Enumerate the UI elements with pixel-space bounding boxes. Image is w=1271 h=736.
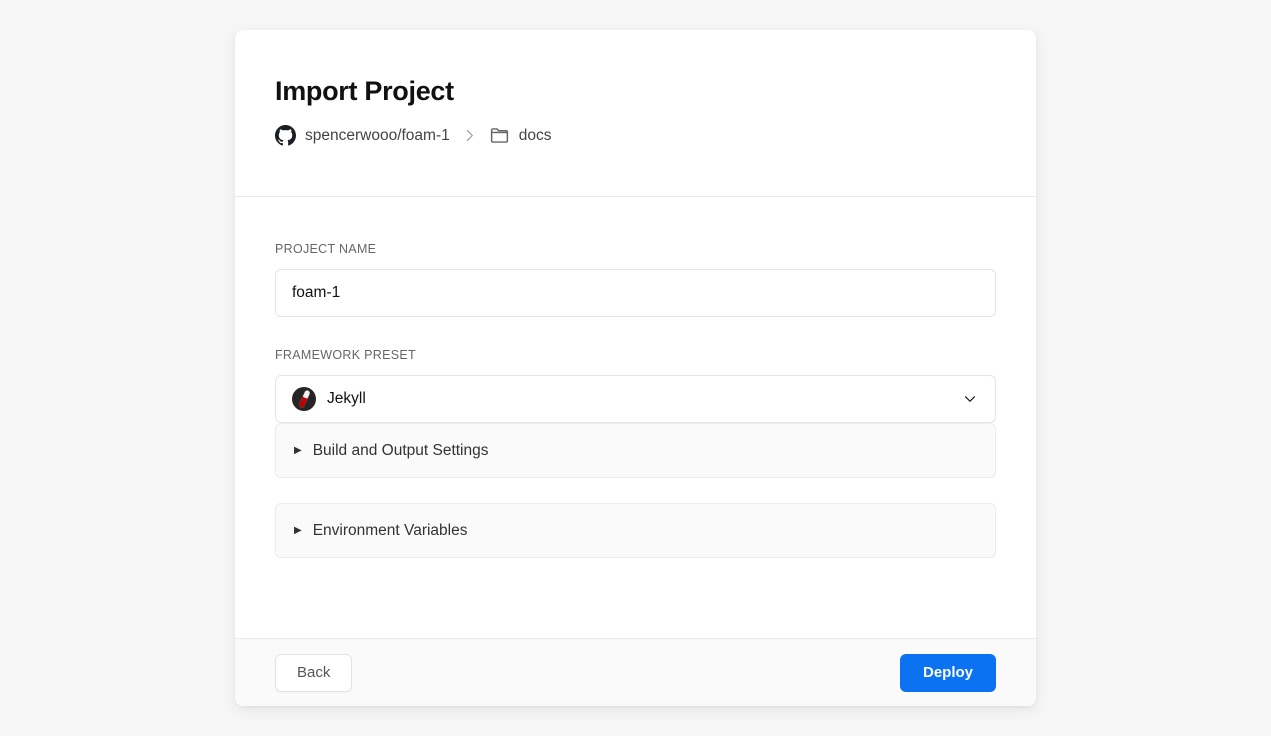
- project-name-field-group: PROJECT NAME: [275, 242, 996, 317]
- import-project-dialog: Import Project spencerwooo/foam-1 docs P…: [235, 30, 1036, 706]
- build-output-settings-accordion[interactable]: ▶ Build and Output Settings: [275, 423, 996, 478]
- accordion-label: Build and Output Settings: [313, 442, 489, 460]
- chevron-down-icon: [961, 390, 979, 408]
- breadcrumb-folder: docs: [519, 127, 552, 145]
- deploy-button[interactable]: Deploy: [900, 654, 996, 692]
- framework-preset-select[interactable]: Jekyll: [275, 375, 996, 423]
- dialog-header: Import Project spencerwooo/foam-1 docs: [235, 30, 1036, 196]
- accordion-label: Environment Variables: [313, 522, 468, 540]
- framework-preset-field-group: FRAMEWORK PRESET Jekyll: [275, 348, 996, 423]
- chevron-right-icon: [461, 127, 478, 144]
- expander-triangle-icon: ▶: [294, 446, 302, 456]
- expander-triangle-icon: ▶: [294, 526, 302, 536]
- framework-preset-value: Jekyll: [327, 390, 366, 408]
- folder-icon: [489, 125, 510, 146]
- framework-preset-label: FRAMEWORK PRESET: [275, 348, 996, 362]
- page-title: Import Project: [275, 76, 996, 107]
- project-name-label: PROJECT NAME: [275, 242, 996, 256]
- breadcrumb: spencerwooo/foam-1 docs: [275, 125, 996, 146]
- dialog-footer: Back Deploy: [235, 638, 1036, 706]
- environment-variables-accordion[interactable]: ▶ Environment Variables: [275, 503, 996, 558]
- jekyll-logo-icon: [292, 387, 316, 411]
- project-name-input[interactable]: [275, 269, 996, 317]
- github-icon: [275, 125, 296, 146]
- breadcrumb-repo: spencerwooo/foam-1: [305, 127, 450, 145]
- dialog-body: PROJECT NAME FRAMEWORK PRESET Jekyll ▶ B…: [235, 196, 1036, 638]
- back-button[interactable]: Back: [275, 654, 352, 692]
